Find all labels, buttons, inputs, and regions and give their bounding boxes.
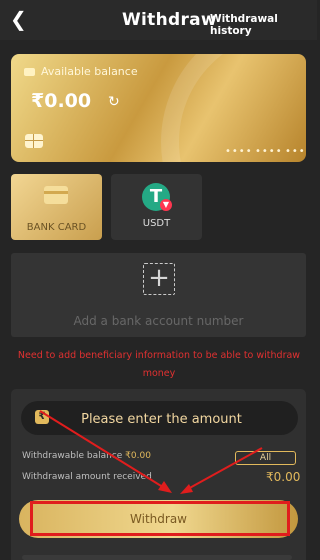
withdraw-button[interactable]: Withdraw bbox=[19, 500, 298, 538]
method-bank-card[interactable]: BANK CARD bbox=[11, 174, 102, 240]
withdrawable-balance-label: Withdrawable balance bbox=[22, 451, 123, 461]
amount-input[interactable] bbox=[21, 401, 302, 437]
header: ❮ Withdraw Withdrawal history bbox=[0, 0, 317, 40]
method-label: BANK CARD bbox=[26, 222, 87, 233]
received-amount-label: Withdrawal amount received bbox=[22, 472, 152, 482]
received-amount-value: ₹0.00 bbox=[266, 470, 301, 484]
bottom-handle bbox=[22, 555, 292, 560]
withdrawable-balance-value: ₹0.00 bbox=[125, 451, 151, 461]
withdrawal-history-link[interactable]: Withdrawal history bbox=[210, 13, 317, 37]
wallet-icon bbox=[24, 68, 35, 76]
refresh-icon[interactable]: ↻ bbox=[108, 94, 120, 110]
card-chip-icon bbox=[25, 134, 43, 148]
balance-card: Available balance ₹0.00 ↻ •••• •••• •••• bbox=[11, 54, 306, 162]
bank-card-icon bbox=[44, 186, 68, 204]
balance-amount: ₹0.00 bbox=[31, 90, 92, 112]
plus-icon: + bbox=[143, 263, 175, 295]
all-button[interactable]: All bbox=[235, 451, 296, 465]
masked-digits: •••• bbox=[285, 146, 306, 157]
amount-field: ₹ bbox=[21, 401, 302, 437]
method-label: USDT bbox=[142, 218, 171, 229]
add-bank-account-label: Add a bank account number bbox=[73, 314, 244, 328]
withdrawable-balance-row: Withdrawable balance ₹0.00 bbox=[22, 451, 151, 461]
tron-badge-icon: ▼ bbox=[160, 199, 172, 211]
add-bank-account-button[interactable]: + Add a bank account number bbox=[11, 253, 306, 337]
page-title: Withdraw bbox=[122, 10, 217, 30]
available-balance-label: Available balance bbox=[41, 65, 138, 78]
back-arrow-icon[interactable]: ❮ bbox=[10, 7, 27, 31]
method-usdt[interactable]: T ▼ USDT bbox=[111, 174, 202, 240]
masked-digits: •••• bbox=[255, 146, 283, 157]
masked-digits: •••• bbox=[225, 146, 253, 157]
beneficiary-warning: Need to add beneficiary information to b… bbox=[17, 350, 301, 379]
withdraw-panel: ₹ Withdrawable balance ₹0.00 All Withdra… bbox=[11, 389, 306, 560]
